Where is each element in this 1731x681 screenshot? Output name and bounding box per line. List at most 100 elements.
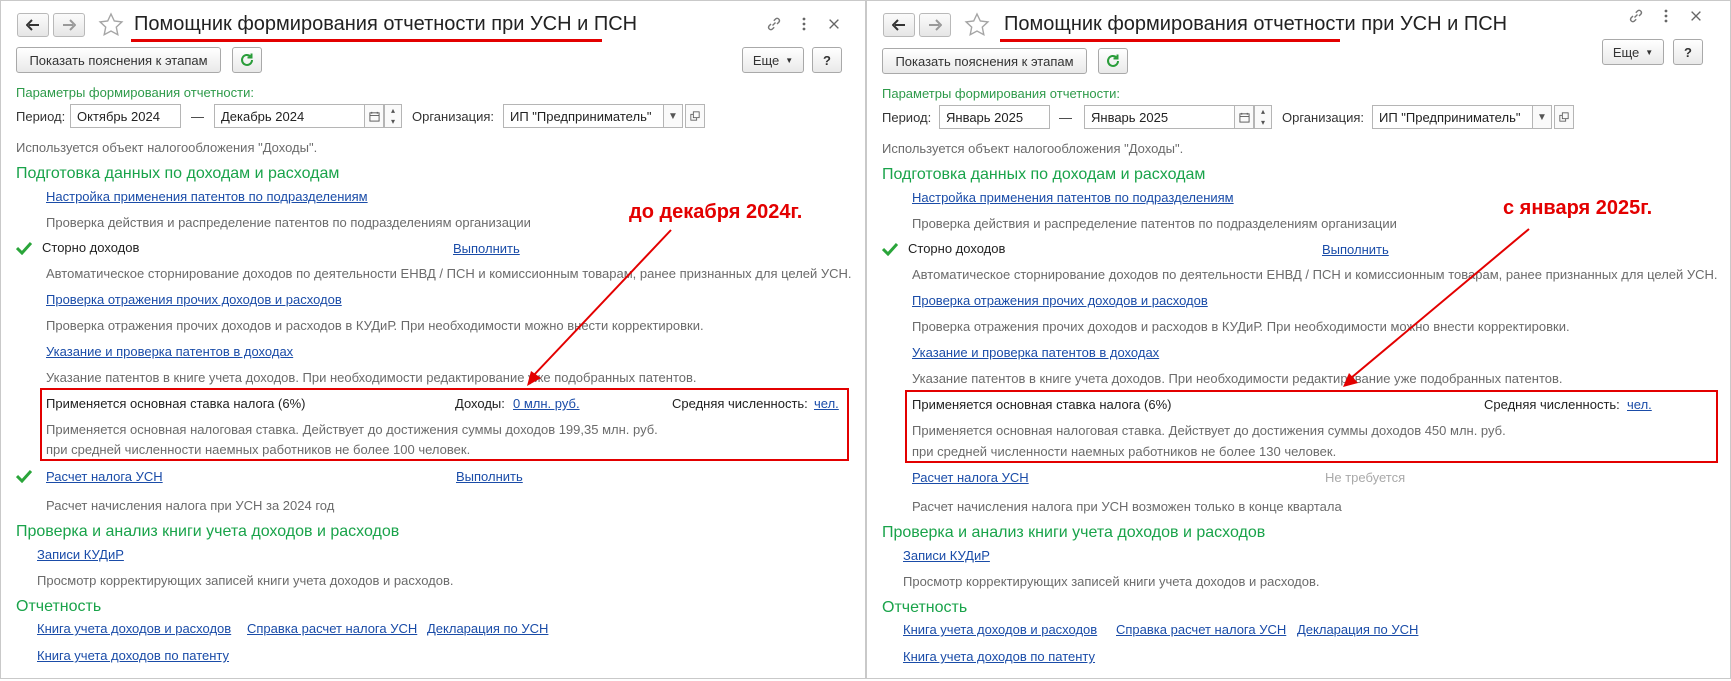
- window-title: Помощник формирования отчетности при УСН…: [134, 13, 638, 35]
- calendar-icon[interactable]: [364, 104, 384, 128]
- params-header: Параметры формирования отчетности:: [882, 86, 1120, 101]
- annotation-label: до декабря 2024г.: [629, 201, 803, 223]
- link-icon[interactable]: [1627, 7, 1645, 25]
- tax-calc-link[interactable]: Расчет налога УСН: [46, 469, 163, 484]
- rate-desc-line1: Применяется основная налоговая ставка. Д…: [912, 423, 1506, 438]
- chevron-down-icon[interactable]: ▼: [663, 104, 683, 128]
- open-icon[interactable]: [685, 104, 705, 128]
- help-button[interactable]: ?: [1673, 39, 1703, 65]
- show-hints-button[interactable]: Показать пояснения к этапам: [16, 47, 221, 73]
- storno-label: Сторно доходов: [42, 240, 140, 255]
- window-left: Помощник формирования отчетности при УСН…: [0, 0, 866, 679]
- title-underline: [131, 39, 602, 42]
- staff-value-link[interactable]: чел.: [1627, 397, 1652, 412]
- chevron-down-icon: ▼: [1645, 47, 1654, 57]
- more-button[interactable]: Еще ▼: [742, 47, 804, 73]
- back-button[interactable]: [17, 13, 49, 37]
- book-section-header: Проверка и анализ книги учета доходов и …: [882, 524, 1266, 541]
- income-value-link[interactable]: 0 млн. руб.: [513, 396, 580, 411]
- patents-settings-link[interactable]: Настройка применения патентов по подразд…: [46, 189, 368, 204]
- tax-certificate-link[interactable]: Справка расчет налога УСН: [1116, 622, 1286, 637]
- storno-run-link[interactable]: Выполнить: [453, 241, 520, 256]
- patent-book-link[interactable]: Книга учета доходов по патенту: [37, 648, 229, 663]
- link-icon[interactable]: [765, 15, 783, 33]
- check-icon: [882, 242, 898, 256]
- period-dash: —: [191, 109, 204, 124]
- org-label: Организация:: [1282, 110, 1365, 125]
- period-stepper[interactable]: ▴ ▾: [1254, 105, 1272, 129]
- star-icon[interactable]: [964, 12, 990, 38]
- income-label: Доходы:: [455, 396, 505, 411]
- tax-calc-link[interactable]: Расчет налога УСН: [912, 470, 1029, 485]
- income-book-link[interactable]: Книга учета доходов и расходов: [37, 621, 231, 636]
- tax-object-note: Используется объект налогообложения "Дох…: [882, 141, 1184, 156]
- tax-object-note: Используется объект налогообложения "Дох…: [16, 140, 318, 155]
- period-from-field[interactable]: Октябрь 2024: [70, 104, 181, 128]
- refresh-button[interactable]: [1098, 48, 1128, 74]
- org-field[interactable]: ИП "Предприниматель": [1372, 105, 1533, 129]
- check-icon: [16, 241, 32, 255]
- income-book-link[interactable]: Книга учета доходов и расходов: [903, 622, 1097, 637]
- patents-settings-link[interactable]: Настройка применения патентов по подразд…: [912, 190, 1234, 205]
- reports-section-header: Отчетность: [882, 599, 968, 616]
- reports-section-header: Отчетность: [16, 598, 102, 615]
- patent-income-link[interactable]: Указание и проверка патентов в доходах: [912, 345, 1159, 360]
- rate-desc-line2: при средней численности наемных работник…: [46, 442, 471, 457]
- staff-label: Средняя численность:: [672, 396, 808, 411]
- star-icon[interactable]: [98, 12, 124, 38]
- more-button[interactable]: Еще ▼: [1602, 39, 1664, 65]
- patent-book-link[interactable]: Книга учета доходов по патенту: [903, 649, 1095, 664]
- back-button[interactable]: [883, 13, 915, 37]
- patent-income-link[interactable]: Указание и проверка патентов в доходах: [46, 344, 293, 359]
- prep-section-header: Подготовка данных по доходам и расходам: [882, 166, 1206, 183]
- open-icon[interactable]: [1554, 105, 1574, 129]
- annotation-label: с января 2025г.: [1503, 197, 1653, 219]
- other-income-link[interactable]: Проверка отражения прочих доходов и расх…: [46, 292, 342, 307]
- period-stepper[interactable]: ▴ ▾: [384, 104, 402, 128]
- prep-section-header: Подготовка данных по доходам и расходам: [16, 165, 340, 182]
- period-to-field[interactable]: Январь 2025: [1084, 105, 1235, 129]
- annotation-arrow: [527, 229, 672, 386]
- show-hints-button[interactable]: Показать пояснения к этапам: [882, 48, 1087, 74]
- period-from-field[interactable]: Январь 2025: [939, 105, 1050, 129]
- more-button-label: Еще: [1612, 44, 1640, 60]
- declaration-link[interactable]: Декларация по УСН: [1297, 622, 1418, 637]
- org-label: Организация:: [412, 109, 495, 124]
- tax-calc-desc: Расчет начисления налога при УСН возможе…: [912, 499, 1342, 514]
- storno-desc: Автоматическое сторнирование доходов по …: [46, 266, 852, 281]
- tax-certificate-link[interactable]: Справка расчет налога УСН: [247, 621, 417, 636]
- arrow-right-icon: [63, 19, 76, 31]
- tax-calc-run-link[interactable]: Выполнить: [456, 469, 523, 484]
- org-field[interactable]: ИП "Предприниматель": [503, 104, 664, 128]
- params-header: Параметры формирования отчетности:: [16, 85, 254, 100]
- calendar-icon[interactable]: [1234, 105, 1254, 129]
- chevron-down-icon: ▼: [785, 55, 794, 65]
- staff-value-link[interactable]: чел.: [814, 396, 839, 411]
- rate-desc-line1: Применяется основная налоговая ставка. Д…: [46, 422, 658, 437]
- arrow-right-icon: [929, 19, 942, 31]
- more-button-label: Еще: [752, 52, 780, 68]
- kudir-records-link[interactable]: Записи КУДиР: [903, 548, 990, 563]
- tax-calc-desc: Расчет начисления налога при УСН за 2024…: [46, 498, 335, 513]
- refresh-button[interactable]: [232, 47, 262, 73]
- declaration-link[interactable]: Декларация по УСН: [427, 621, 548, 636]
- period-to-field[interactable]: Декабрь 2024: [214, 104, 365, 128]
- chevron-down-icon[interactable]: ▼: [1532, 105, 1552, 129]
- more-vertical-icon[interactable]: [795, 15, 813, 33]
- window-right: Помощник формирования отчетности при УСН…: [866, 0, 1731, 679]
- kudir-records-link[interactable]: Записи КУДиР: [37, 547, 124, 562]
- more-vertical-icon[interactable]: [1657, 7, 1675, 25]
- period-dash: —: [1059, 110, 1072, 125]
- annotation-arrow: [1343, 228, 1530, 387]
- close-icon[interactable]: [825, 15, 843, 33]
- tax-calc-status: Не требуется: [1325, 470, 1406, 485]
- refresh-icon: [1107, 54, 1119, 67]
- rate-label: Применяется основная ставка налога (6%): [46, 396, 306, 411]
- close-icon[interactable]: [1687, 7, 1705, 25]
- forward-button[interactable]: [919, 13, 951, 37]
- other-income-link[interactable]: Проверка отражения прочих доходов и расх…: [912, 293, 1208, 308]
- forward-button[interactable]: [53, 13, 85, 37]
- help-button[interactable]: ?: [812, 47, 842, 73]
- kudir-desc: Просмотр корректирующих записей книги уч…: [903, 574, 1320, 589]
- staff-label: Средняя численность:: [1484, 397, 1620, 412]
